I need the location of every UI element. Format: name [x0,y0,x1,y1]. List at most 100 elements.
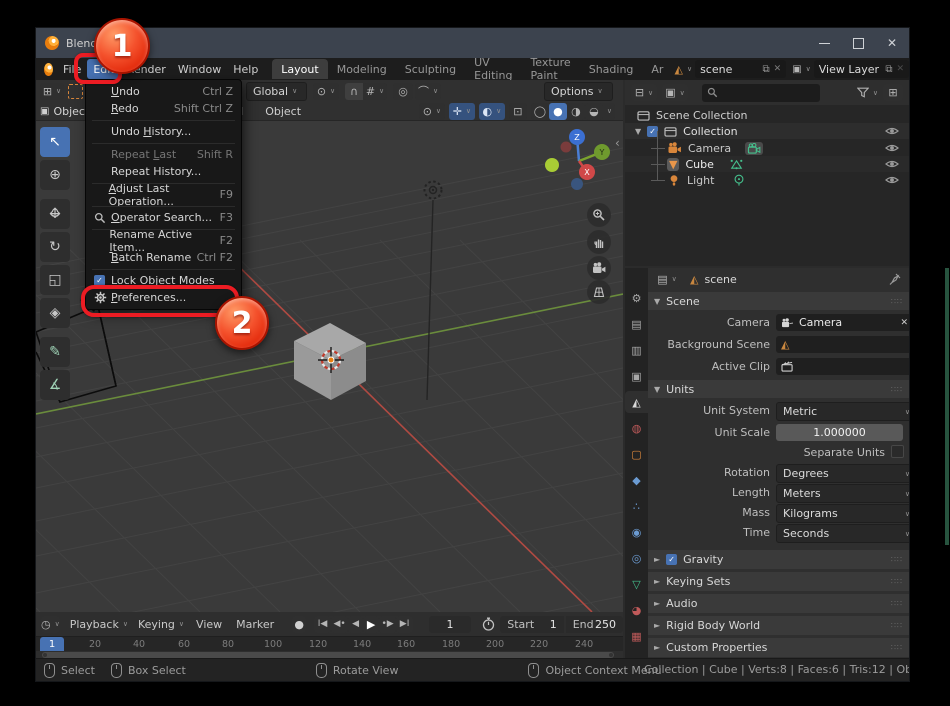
filter-funnel-icon[interactable] [857,87,869,98]
hide-eye-icon[interactable] [885,159,899,169]
falloff-curve-button[interactable]: ⌒∨ [415,83,441,100]
auto-keyframe-stopwatch-icon[interactable] [481,616,496,633]
length-select[interactable]: Meters∨ [776,484,909,503]
pin-icon[interactable] [889,273,901,285]
workspace-tab-shading[interactable]: Shading [580,59,643,79]
view-menu[interactable]: View [196,618,222,631]
prev-frame-button[interactable]: ◀ [348,616,363,633]
tree-row-camera[interactable]: Camera [625,140,909,156]
prev-keyframe-button[interactable]: ◀• [331,616,348,633]
xray-toggle[interactable]: ⊡ [509,103,527,120]
maximize-button[interactable] [841,28,875,58]
options-dropdown[interactable]: Options∨ [544,82,613,101]
menu-window[interactable]: Window [172,59,227,79]
menu-item-adjust-last-operation[interactable]: Adjust Last Operation...F9 [86,186,241,203]
timeline-editor-type-button[interactable]: ◷∨ [41,616,60,633]
menu-item-rename-active-item[interactable]: Rename Active Item...F2 [86,232,241,249]
units-section-header[interactable]: ▼ Units ∷∷ [648,380,909,398]
properties-tab-render[interactable]: ▤ [625,313,648,335]
filter-view-layer-button[interactable]: ▣∨ [662,84,688,101]
current-frame-field[interactable]: 1 [429,616,471,633]
properties-tab-object-data[interactable]: ▽ [625,573,648,595]
new-view-layer-icon[interactable]: ⧉ [885,64,892,75]
shading-wireframe-button[interactable]: ◯ [531,103,549,120]
rotation-select[interactable]: Degrees∨ [776,464,909,483]
view-layer-browse-button[interactable]: ▣∨ [792,64,811,75]
workspace-tab-animation-truncated[interactable]: Ar [642,59,672,79]
panel-keying-sets[interactable]: ► Keying Sets ∷∷ [648,572,909,591]
minimize-button[interactable] [807,28,841,58]
display-mode-button[interactable]: ⊟∨ [631,84,657,101]
tree-row-light[interactable]: Light [625,172,909,188]
workspace-tab-layout[interactable]: Layout [272,59,327,79]
pan-button[interactable] [587,230,611,254]
properties-tab-constraints[interactable]: ◎ [625,547,648,569]
new-scene-icon[interactable]: ⧉ [763,64,770,75]
record-button[interactable]: ● [292,616,306,633]
camera-data-icon[interactable] [745,142,763,155]
tree-row-cube[interactable]: ▼ Cube [625,156,909,172]
workspace-tab-uv-editing[interactable]: UV Editing [465,59,521,79]
properties-tab-physics[interactable]: ◉ [625,521,648,543]
close-button[interactable]: ✕ [875,28,909,58]
clear-camera-icon[interactable]: ✕ [900,318,908,328]
drag-dots-icon[interactable]: ∷∷ [891,555,903,564]
hide-eye-icon[interactable] [885,126,899,136]
overlays-toggle[interactable]: ◐∨ [479,103,505,120]
remove-view-layer-icon[interactable]: ✕ [896,64,904,74]
workspace-tab-texture-paint[interactable]: Texture Paint [521,59,579,79]
unit-scale-slider[interactable]: 1.000000 [776,424,903,441]
drag-dots-icon[interactable]: ∷∷ [891,385,903,394]
menu-help[interactable]: Help [227,59,264,79]
tool-rotate[interactable]: ↻ [40,232,70,262]
next-keyframe-button[interactable]: •▶ [379,616,396,633]
properties-tab-scene[interactable]: ◭ [625,391,648,413]
end-frame-field[interactable]: End 250 [566,616,623,633]
expand-arrow-icon[interactable]: ▼ [635,127,641,136]
active-clip-field[interactable] [776,358,909,375]
properties-tab-tool[interactable]: ⚙ [625,287,648,309]
navigation-gizmo[interactable]: Z Y X [541,126,621,196]
properties-tab-output[interactable]: ▥ [625,339,648,361]
current-frame-marker[interactable]: 1 [40,637,64,651]
snap-target-button[interactable]: #∨ [363,83,387,100]
menu-item-repeat-last[interactable]: Repeat LastShift R [86,146,241,163]
perspective-toggle-button[interactable] [587,280,611,304]
jump-to-end-button[interactable]: ▶Ⅰ [396,616,413,633]
separate-units-checkbox[interactable] [891,445,904,458]
show-gizmo-toggle[interactable]: ⊙∨ [419,103,445,120]
start-frame-field[interactable]: Start 1 [500,616,563,633]
mesh-data-icon[interactable] [730,159,743,170]
panel-rigid-body-world[interactable]: ► Rigid Body World ∷∷ [648,616,909,635]
mass-select[interactable]: Kilograms∨ [776,504,909,523]
panel-custom-properties[interactable]: ► Custom Properties ∷∷ [648,638,909,657]
workspace-tab-sculpting[interactable]: Sculpting [396,59,465,79]
sidebar-collapse-icon[interactable]: ‹ [615,136,620,150]
drag-dots-icon[interactable]: ∷∷ [891,621,903,630]
scene-name-field[interactable]: scene ⧉ ✕ [695,60,786,78]
new-collection-button[interactable]: ⊞ [883,84,903,101]
properties-context-button[interactable]: ▤∨ [654,271,680,288]
panel-gravity[interactable]: ► ✓ Gravity ∷∷ [648,550,909,569]
camera-view-button[interactable] [587,256,611,280]
shading-material-button[interactable]: ◑ [567,103,585,120]
editor-type-button[interactable]: ⊞∨ [40,83,64,100]
keying-menu[interactable]: Keying∨ [138,618,184,631]
shading-solid-button[interactable]: ● [549,103,567,120]
shading-rendered-button[interactable]: ◒ [585,103,603,120]
properties-tab-object[interactable]: ▢ [625,443,648,465]
properties-tab-texture[interactable]: ▦ [625,625,648,647]
drag-dots-icon[interactable]: ∷∷ [891,297,903,306]
tool-annotate[interactable]: ✎ [40,337,70,367]
menu-item-repeat-history[interactable]: Repeat History... [86,163,241,180]
menu-item-redo[interactable]: RedoShift Ctrl Z [86,100,241,117]
gravity-checkbox[interactable]: ✓ [666,554,677,565]
zoom-button[interactable] [587,203,611,227]
menu-item-operator-search[interactable]: Operator Search...F3 [86,209,241,226]
gizmos-toggle[interactable]: ✛∨ [449,103,475,120]
jump-to-start-button[interactable]: Ⅰ◀ [314,616,331,633]
tool-cursor[interactable]: ⊕ [40,160,70,190]
drag-dots-icon[interactable]: ∷∷ [891,577,903,586]
properties-tab-world[interactable]: ◍ [625,417,648,439]
view-layer-field[interactable]: View Layer ⧉ ✕ [814,60,909,78]
